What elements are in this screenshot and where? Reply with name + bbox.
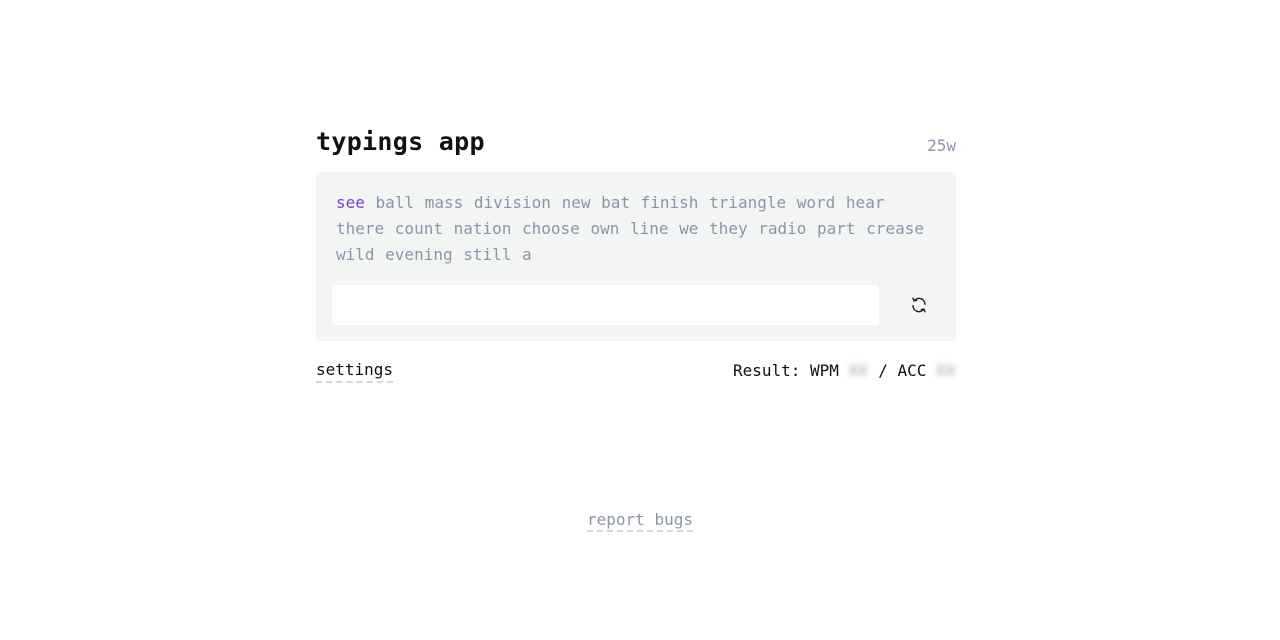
page-title: typings app — [316, 127, 485, 156]
typing-input[interactable] — [332, 285, 879, 325]
wpm-value: XX — [848, 361, 868, 380]
header: typings app 25w — [316, 124, 956, 158]
acc-value: XX — [936, 361, 956, 380]
page: typings app 25w see ball mass division n… — [0, 0, 1280, 640]
footer-row: settings Result: WPM XX / ACC XX — [316, 359, 956, 383]
report-section: report bugs — [0, 510, 1280, 532]
current-word: see — [336, 193, 365, 212]
typing-box: see ball mass division new bat finish tr… — [316, 172, 956, 341]
word-count-toggle[interactable]: 25w — [927, 134, 956, 158]
result-display: Result: WPM XX / ACC XX — [733, 359, 956, 383]
input-row — [332, 285, 940, 325]
typing-app: typings app 25w see ball mass division n… — [316, 124, 956, 383]
refresh-icon — [912, 297, 926, 313]
upcoming-words: ball mass division new bat finish triang… — [336, 193, 924, 264]
result-separator: / ACC — [878, 361, 927, 380]
word-list: see ball mass division new bat finish tr… — [332, 188, 940, 268]
result-prefix: Result: WPM — [732, 361, 839, 380]
reset-button[interactable] — [899, 285, 939, 325]
report-bugs-link[interactable]: report bugs — [587, 510, 693, 532]
settings-link[interactable]: settings — [316, 360, 394, 383]
